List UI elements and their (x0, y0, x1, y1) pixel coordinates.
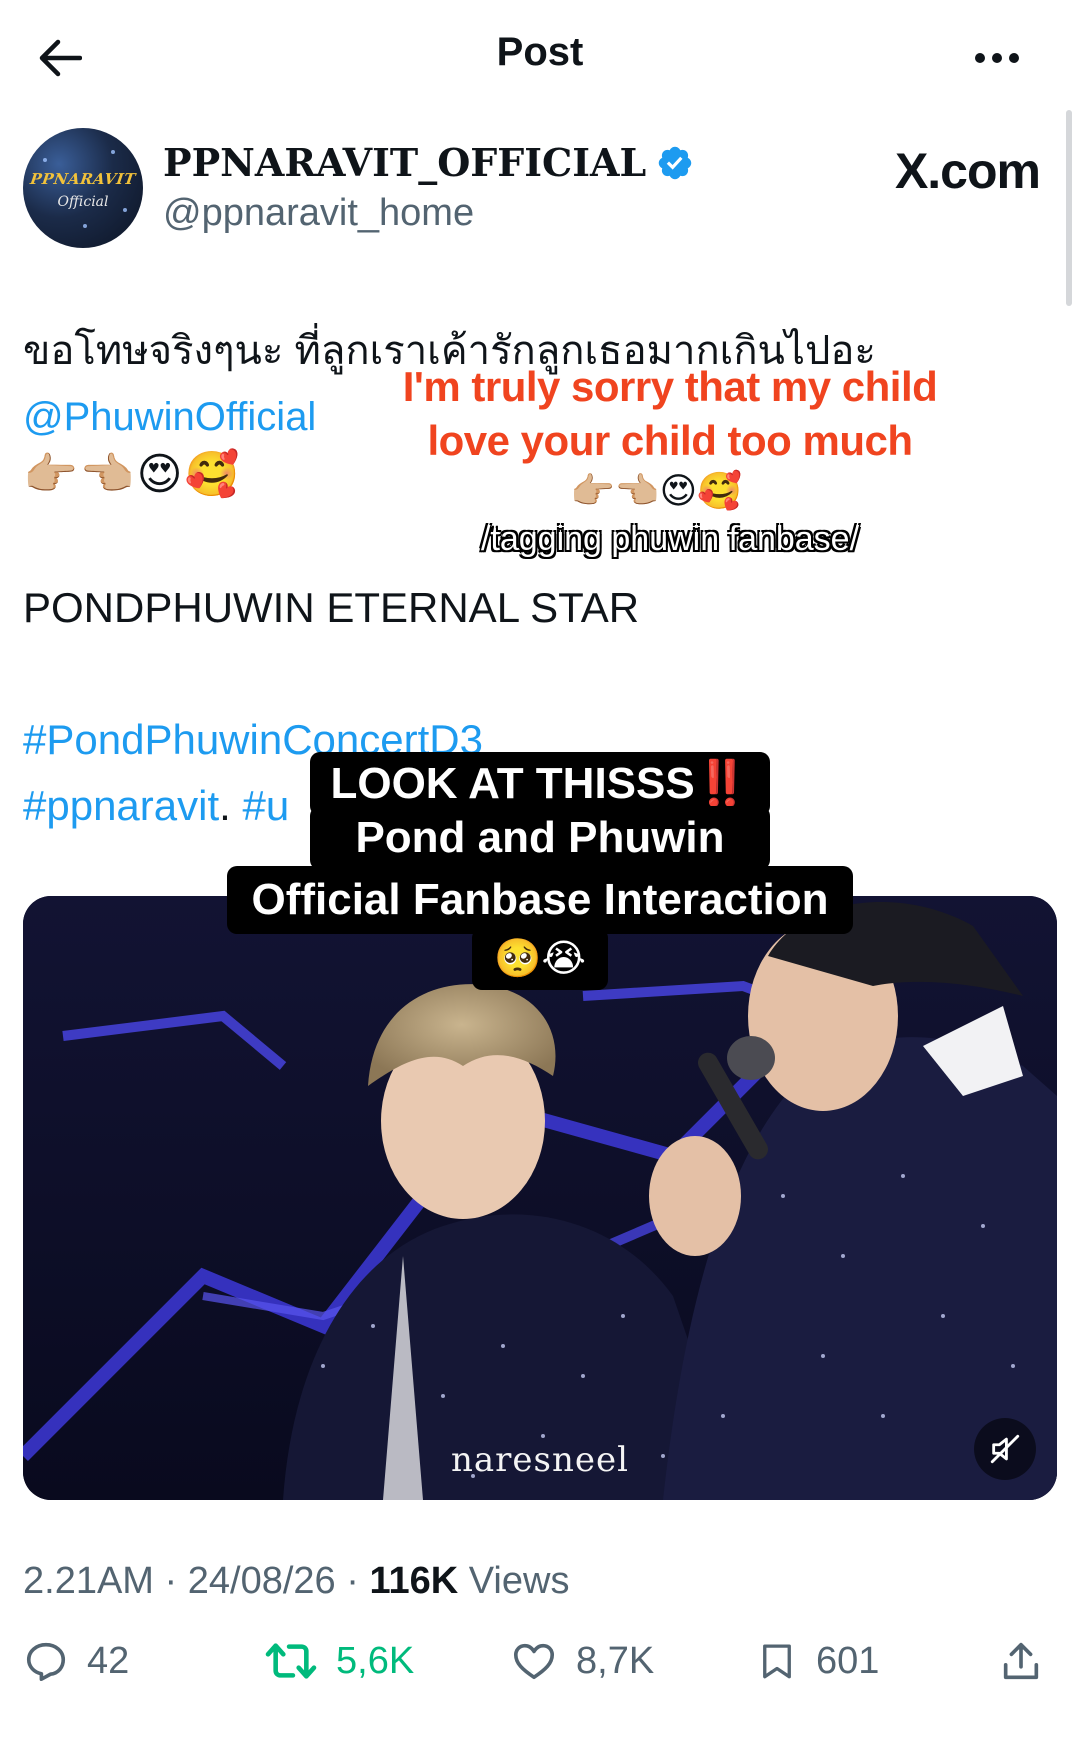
hashtag-link[interactable]: #ppnaravit (23, 782, 219, 829)
more-dot (992, 53, 1002, 63)
verified-badge-icon (659, 146, 692, 179)
author-name-row[interactable]: PPNARAVIT_OFFICIAL (163, 140, 694, 185)
post-meta: 2.21AM · 24/08/26 · 116K Views (23, 1560, 570, 1602)
translation-emojis: 👉🏼👈🏼😍🥰 (570, 470, 743, 511)
tweet-emojis: 👉🏼👈🏼😍🥰 (23, 450, 242, 499)
bookmark-icon (763, 1644, 791, 1679)
retweet-button[interactable]: 5,6K (264, 1638, 414, 1684)
more-dot (1009, 53, 1019, 63)
video-caption-emojis: 🥺😭 (472, 928, 608, 990)
post-time[interactable]: 2.21AM (23, 1560, 154, 1602)
mute-button[interactable] (974, 1418, 1036, 1480)
action-bar: 42 5,6K 8,7K 601 (0, 1638, 1080, 1708)
avatar-sparkle (43, 158, 47, 162)
avatar-sparkle (111, 150, 115, 154)
hashtag-row: #ppnaravit. #u (23, 782, 289, 830)
scrollbar[interactable] (1066, 110, 1072, 306)
reply-button[interactable]: 42 (23, 1638, 129, 1684)
top-bar: Post (0, 0, 1080, 110)
like-count: 8,7K (576, 1639, 655, 1682)
views-label: Views (468, 1560, 570, 1602)
avatar-logo-subtext: Official (57, 194, 109, 210)
share-button[interactable] (998, 1638, 1044, 1684)
translation-overlay: I'm truly sorry that my child love your … (380, 360, 960, 468)
avatar-logo-text: PPNARAVIT (29, 170, 137, 188)
tweet-line-eternal: PONDPHUWIN ETERNAL STAR (23, 584, 640, 631)
video-watermark: naresneel (450, 1440, 629, 1480)
tag-note-overlay: /tagging phuwin fanbase/ (480, 520, 860, 558)
avatar-sparkle (83, 224, 87, 228)
speaker-muted-icon (990, 1434, 1020, 1464)
page-title: Post (496, 30, 584, 74)
more-dot (975, 53, 985, 63)
like-button[interactable]: 8,7K (510, 1638, 654, 1684)
post-date[interactable]: 24/08/26 (188, 1560, 336, 1602)
retweet-count: 5,6K (336, 1639, 415, 1682)
reply-icon (26, 1642, 66, 1682)
hashtag-link[interactable]: #u (242, 782, 289, 829)
heart-icon (513, 1643, 555, 1680)
translation-line: love your child too much (427, 417, 913, 464)
share-icon (1003, 1642, 1039, 1680)
author-display-name[interactable]: PPNARAVIT_OFFICIAL (163, 140, 646, 185)
author-handle[interactable]: @ppnaravit_home (163, 192, 474, 235)
video-caption-line: Pond and Phuwin (310, 806, 770, 870)
retweet-icon (265, 1643, 317, 1679)
reply-count: 42 (87, 1639, 130, 1682)
views-count: 116K (369, 1560, 459, 1602)
avatar[interactable]: PPNARAVIT Official (23, 128, 143, 248)
x-com-watermark: X.com (894, 143, 1041, 199)
more-options-button[interactable] (962, 30, 1032, 86)
bookmark-button[interactable]: 601 (756, 1638, 879, 1684)
hashtag-separator: . (219, 782, 231, 829)
video-caption-line: Official Fanbase Interaction (227, 866, 853, 934)
bookmark-count: 601 (816, 1639, 880, 1682)
translation-line: I'm truly sorry that my child (402, 363, 938, 410)
